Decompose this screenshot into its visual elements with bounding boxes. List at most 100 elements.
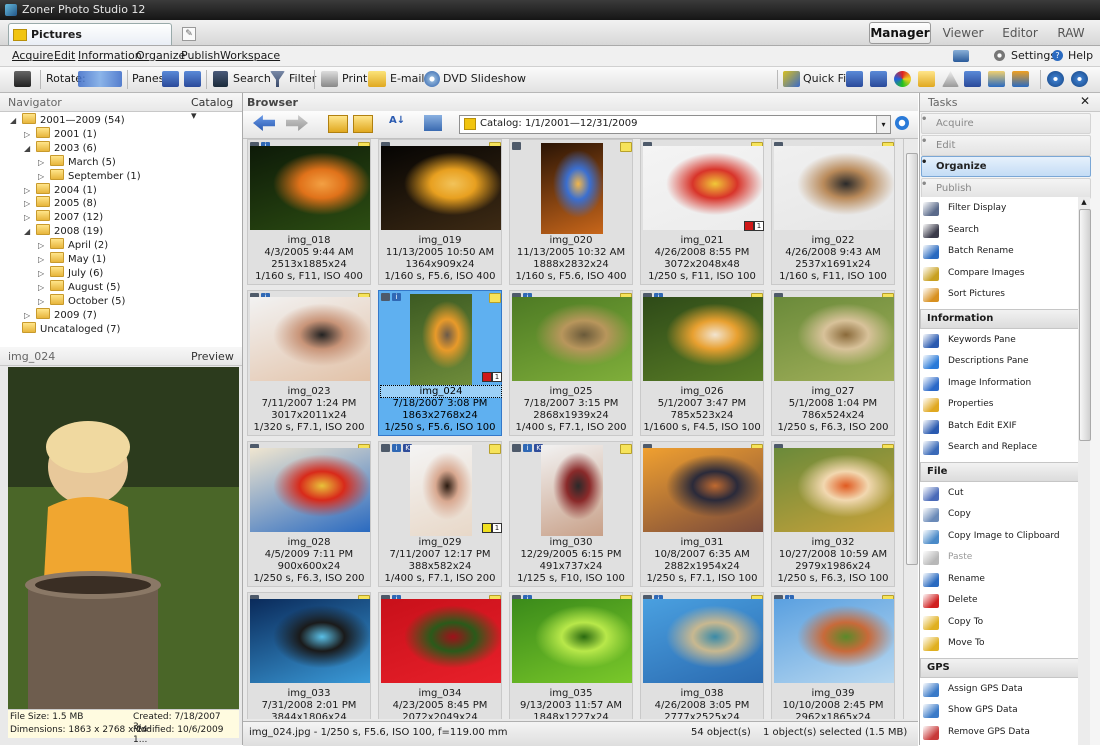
expand-icon[interactable]: ▷ [24,213,33,222]
tab-viewer[interactable]: Viewer [936,22,990,44]
thumbnail-cell[interactable]: i K 1 img_029 7/11/2007 12:17 PM 388x582x24 1/… [378,441,502,587]
thumbnail-cell[interactable]: img_028 4/5/2009 7:11 PM 900x600x24 1/250 s… [247,441,371,587]
tree-item[interactable]: ◢ 2001—2009 (54) [10,113,125,127]
tree-item[interactable]: ▷ September (1) [38,168,141,183]
task-image-information[interactable]: Image Information [920,374,1090,394]
task-keywords-pane[interactable]: Keywords Pane [920,331,1090,351]
task-show-gps-data[interactable]: Show GPS Data [920,701,1090,721]
task-cut[interactable]: Cut [920,484,1090,504]
color-icon[interactable] [894,71,911,87]
tree-item[interactable]: ▷ October (5) [38,293,125,308]
view-mode-icon[interactable] [424,115,442,131]
task-category-acquire[interactable]: • Acquire [921,113,1091,134]
sort-icon[interactable]: A↓ [389,115,405,131]
tree-item[interactable]: ◢ 2008 (19) [24,224,103,238]
task-search-and-replace[interactable]: Search and Replace [920,438,1090,458]
thumbnail-cell[interactable]: img_020 11/13/2005 10:32 AM 1888x2832x24 1/… [509,139,633,285]
camera-icon[interactable] [14,71,31,87]
tab-pictures[interactable]: Pictures [8,23,172,45]
task-descriptions-pane[interactable]: Descriptions Pane [920,352,1090,372]
task-move-to[interactable]: Move To [920,634,1090,654]
tasks-scrollbar-thumb[interactable] [1079,209,1091,441]
search-button[interactable]: Search [233,72,271,85]
task-delete[interactable]: Delete [920,591,1090,611]
expand-icon[interactable]: ▷ [38,255,47,264]
thumbnail-cell[interactable]: i Kimg_030 12/29/2005 6:15 PM 491x737x24 1/1… [509,441,633,587]
navigator-pane-icon[interactable] [162,71,179,87]
browser-scrollbar[interactable] [903,139,918,719]
expand-icon[interactable]: ▷ [38,158,47,167]
zoom-out-icon[interactable] [1071,71,1088,87]
expand-icon[interactable]: ▷ [38,283,47,292]
tree-item[interactable]: ▷ 2001 (1) [24,126,97,141]
expand-icon[interactable]: ▷ [24,311,33,320]
task-batch-rename[interactable]: Batch Rename [920,242,1090,262]
print-button[interactable]: Print [342,72,367,85]
thumbnail-cell[interactable]: i 1 img_024 7/18/2007 3:08 PM 1863x2768x24 1/… [378,290,502,436]
task-category-edit[interactable]: • Edit [921,134,1091,156]
thumbnail-cell[interactable]: iimg_0359/13/2003 11:57 AM1848x1227x241/… [509,592,633,719]
thumbnail-cell[interactable]: iimg_0344/23/2005 8:45 PM2072x2049x241/2… [378,592,502,719]
levels-icon[interactable] [846,71,863,87]
folder-up-icon[interactable] [328,115,348,133]
help-button[interactable]: Help [1068,49,1093,62]
tree-item[interactable]: ▷ July (6) [38,265,103,280]
zoom-in-icon[interactable] [1047,71,1064,87]
save-icon[interactable] [988,71,1005,87]
info-pane-icon[interactable] [184,71,201,87]
tree-item[interactable]: ▷ 2007 (12) [24,210,103,224]
expand-icon[interactable]: ▷ [38,172,47,181]
thumbnail-cell[interactable]: img_022 4/26/2008 9:43 AM 2537x1691x24 1/16… [771,139,895,285]
menu-information[interactable]: Information [78,49,142,62]
refresh-icon[interactable] [895,116,909,130]
settings-button[interactable]: Settings [1011,49,1056,62]
expand-icon[interactable]: ▷ [24,186,33,195]
light-icon[interactable] [918,71,935,87]
filter-button[interactable]: Filter [289,72,316,85]
task-search[interactable]: Search [920,221,1090,241]
curves-icon[interactable] [870,71,887,87]
tree-item[interactable]: ▷ March (5) [38,154,116,169]
expand-icon[interactable]: ▷ [38,297,47,306]
expand-icon[interactable]: ▷ [24,130,33,139]
thumbnail-cell[interactable]: img_0337/31/2008 2:01 PM3844x1806x241/25… [247,592,371,719]
resize-icon[interactable] [964,71,981,87]
thumbnail-cell[interactable]: img_019 11/13/2005 10:50 AM 1364x909x24 1/1… [378,139,502,285]
tree-item[interactable]: ▷ 2005 (8) [24,196,97,210]
path-field[interactable]: Catalog: 1/1/2001—12/31/2009 ▾ [459,115,891,134]
collapse-icon[interactable]: ◢ [24,227,33,236]
collapse-icon[interactable]: ◢ [24,144,33,153]
task-sort-pictures[interactable]: Sort Pictures [920,285,1090,305]
task-batch-edit-exif[interactable]: Batch Edit EXIF [920,417,1090,437]
thumbnail-cell[interactable]: img_031 10/8/2007 6:35 AM 2882x1954x24 1/25… [640,441,764,587]
tab-manager[interactable]: Manager [869,22,931,44]
expand-icon[interactable]: ▷ [38,241,47,250]
tree-item[interactable]: Uncataloged (7) [10,321,120,336]
favorites-icon[interactable] [353,115,373,133]
menu-workspace[interactable]: Workspace [220,49,280,62]
task-category-organize[interactable]: • Organize [921,156,1091,177]
scrollbar-thumb[interactable] [906,153,918,565]
forward-icon[interactable] [286,115,308,131]
menu-acquire[interactable]: Acquire [12,49,53,62]
task-assign-gps-data[interactable]: Assign GPS Data [920,680,1090,700]
thumbnail-cell[interactable]: 1 img_021 4/26/2008 8:55 PM 3072x2048x48 1/2… [640,139,764,285]
thumbnail-cell[interactable]: img_027 5/1/2008 1:04 PM 786x524x24 1/250 s… [771,290,895,436]
task-filter-display[interactable]: Filter Display [920,199,1090,219]
new-tab-icon[interactable]: ✎ [182,27,196,41]
rotate-icon[interactable] [78,71,122,87]
tree-item[interactable]: ▷ 2004 (1) [24,182,97,197]
tab-raw[interactable]: RAW [1050,22,1092,44]
thumbnail-cell[interactable]: iimg_03910/10/2008 2:45 PM2962x1865x241/… [771,592,895,719]
tree-item[interactable]: ▷ August (5) [38,279,120,294]
task-remove-gps-data[interactable]: Remove GPS Data [920,723,1090,743]
menu-publish[interactable]: Publish [181,49,220,62]
monitor-icon[interactable] [953,50,969,62]
tab-editor[interactable]: Editor [995,22,1045,44]
menu-organize[interactable]: Organize [136,49,185,62]
task-copy-to[interactable]: Copy To [920,613,1090,633]
thumbnail-cell[interactable]: img_032 10/27/2008 10:59 AM 2979x1986x24 1/… [771,441,895,587]
task-copy[interactable]: Copy [920,505,1090,525]
collapse-icon[interactable]: ◢ [10,116,19,125]
back-icon[interactable] [253,115,275,131]
